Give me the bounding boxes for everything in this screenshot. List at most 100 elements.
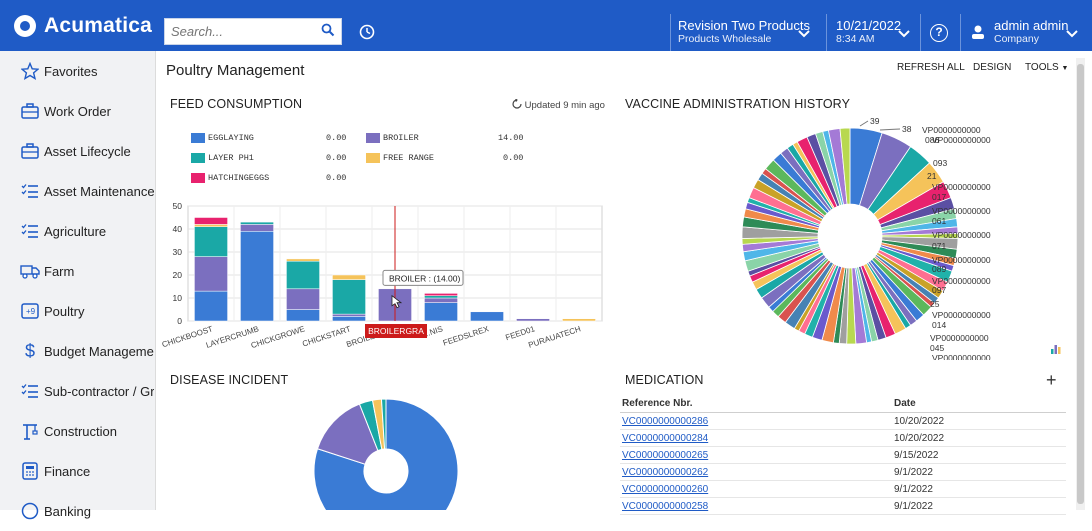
sidebar-item-farm[interactable]: Farm xyxy=(0,251,156,291)
date-cell: 10/20/2022 xyxy=(894,433,945,444)
sidebar-item-label: Sub-contractor / Gr... xyxy=(44,383,154,399)
logo[interactable]: Acumatica xyxy=(14,14,152,38)
reference-link[interactable]: VC0000000000258 xyxy=(622,501,708,512)
vaccine-history-chart[interactable]: 3938 VP0000000000086VP000000000009321VP00… xyxy=(720,112,1070,360)
legend-label: HATCHINGEGGS xyxy=(208,173,270,183)
feed-consumption-title: FEED CONSUMPTION xyxy=(170,97,303,111)
sidebar-item-label: Asset Maintenance xyxy=(44,183,154,199)
search-input[interactable] xyxy=(165,19,315,44)
star-icon xyxy=(20,61,40,81)
legend-value: 0.00 xyxy=(326,133,347,143)
legend-label: BROILER xyxy=(383,133,419,143)
column-header-date[interactable]: Date xyxy=(894,398,916,409)
sidebar-item-label: Construction xyxy=(44,423,117,439)
calculator-icon xyxy=(20,461,40,481)
sidebar-item-agriculture[interactable]: Agriculture xyxy=(0,211,156,251)
reference-link[interactable]: VC0000000000286 xyxy=(622,416,708,427)
slice-label: 39 xyxy=(870,116,880,126)
bar-segment xyxy=(286,288,320,310)
help-icon[interactable]: ? xyxy=(930,24,948,42)
tools-menu-button[interactable]: TOOLS ▼ xyxy=(1025,62,1068,73)
x-tick-label: FEEDSLREX xyxy=(442,324,491,347)
briefcase-icon xyxy=(20,101,40,121)
divider xyxy=(920,14,921,51)
sidebar-item-poultry[interactable]: +9 Poultry xyxy=(0,291,156,331)
sidebar-item-banking[interactable]: Banking xyxy=(0,491,156,531)
bar-segment xyxy=(240,221,274,225)
bar-segment xyxy=(516,318,550,322)
legend-swatch xyxy=(366,153,380,163)
reference-link[interactable]: VC0000000000265 xyxy=(622,450,708,461)
refresh-all-button[interactable]: REFRESH ALL xyxy=(897,62,965,73)
bar-segment xyxy=(424,293,458,296)
slice-label: 071 xyxy=(932,241,946,251)
search-box[interactable] xyxy=(164,18,342,45)
chevron-down-icon[interactable] xyxy=(1066,30,1078,38)
legend-swatch xyxy=(366,133,380,143)
column-header-reference[interactable]: Reference Nbr. xyxy=(622,398,693,409)
chart-export-icon[interactable] xyxy=(1050,343,1062,355)
sidebar-item-asset-maintenance[interactable]: Asset Maintenance xyxy=(0,171,156,211)
bar-segment xyxy=(470,311,504,322)
slice-label: VP0000000000 xyxy=(932,206,991,216)
sidebar-item-label: Asset Lifecycle xyxy=(44,143,131,159)
leader-line xyxy=(879,128,901,131)
legend-value: 0.00 xyxy=(503,153,524,163)
chevron-down-icon[interactable] xyxy=(798,30,810,38)
slice-label: 093 xyxy=(933,158,947,168)
scrollbar-thumb[interactable] xyxy=(1077,64,1084,504)
add-medication-button[interactable]: + xyxy=(1046,370,1057,391)
slice-label: 017 xyxy=(932,192,946,202)
x-tick-label: CHICKSTART xyxy=(301,324,352,348)
sidebar-item-work-order[interactable]: Work Order xyxy=(0,91,156,131)
chevron-down-icon[interactable] xyxy=(898,30,910,38)
table-row[interactable]: VC0000000000262 9/1/2022 xyxy=(620,465,1066,481)
sidebar-item-finance[interactable]: Finance xyxy=(0,451,156,491)
updated-text: Updated 9 min ago xyxy=(524,100,605,111)
slice-label: VP0000000000 xyxy=(932,310,991,320)
legend-value: 14.00 xyxy=(498,133,524,143)
sidebar-item-label: Finance xyxy=(44,463,91,479)
search-icon[interactable] xyxy=(321,23,335,37)
vaccine-history-title: VACCINE ADMINISTRATION HISTORY xyxy=(625,97,851,111)
slice-label: 061 xyxy=(932,216,946,226)
reference-link[interactable]: VC0000000000260 xyxy=(622,484,708,495)
sidebar-item-label: Work Order xyxy=(44,103,111,119)
slice-label: VP0000000000 xyxy=(922,125,981,135)
logo-text: Acumatica xyxy=(44,14,153,37)
divider xyxy=(670,14,671,51)
disease-incident-title: DISEASE INCIDENT xyxy=(170,373,289,387)
briefcase-icon xyxy=(20,141,40,161)
crane-icon xyxy=(20,421,40,441)
table-row[interactable]: VC0000000000284 10/20/2022 xyxy=(620,431,1066,447)
sidebar-item-asset-lifecycle[interactable]: Asset Lifecycle xyxy=(0,131,156,171)
table-row[interactable]: VC0000000000258 9/1/2022 xyxy=(620,499,1066,515)
reference-link[interactable]: VC0000000000284 xyxy=(622,433,708,444)
legend-value: 0.00 xyxy=(326,153,347,163)
reference-link[interactable]: VC0000000000262 xyxy=(622,467,708,478)
sidebar-item-sub-contractor[interactable]: Sub-contractor / Gr... xyxy=(0,371,156,411)
slice-label: VP0000000000 xyxy=(930,333,989,343)
bar-segment xyxy=(332,279,366,315)
slice-label: VP0000000000 xyxy=(932,230,991,240)
design-button[interactable]: DESIGN xyxy=(973,62,1011,73)
sidebar-item-favorites[interactable]: Favorites xyxy=(0,51,156,91)
table-row[interactable]: VC0000000000265 9/15/2022 xyxy=(620,448,1066,464)
svg-text:+9: +9 xyxy=(26,307,36,316)
sidebar-item-label: Poultry xyxy=(44,303,85,319)
table-row[interactable]: VC0000000000286 10/20/2022 xyxy=(620,414,1066,430)
page-title: Poultry Management xyxy=(166,62,305,79)
updated-indicator[interactable]: Updated 9 min ago xyxy=(512,98,605,111)
table-row[interactable]: VC0000000000260 9/1/2022 xyxy=(620,482,1066,498)
feed-consumption-chart[interactable]: 01020304050CHICKBOOSTLAYERCRUMBCHICKGROW… xyxy=(160,196,610,356)
legend-swatch xyxy=(191,173,205,183)
disease-incident-chart[interactable] xyxy=(300,395,480,510)
slice-label: 014 xyxy=(932,320,946,330)
history-icon[interactable] xyxy=(354,19,380,45)
dollar-icon: $ xyxy=(24,340,35,361)
bar-segment xyxy=(194,217,228,225)
sidebar-item-budget-management[interactable]: $ Budget Management xyxy=(0,331,156,371)
sidebar-item-construction[interactable]: Construction xyxy=(0,411,156,451)
bar-segment xyxy=(194,290,228,322)
list-check-icon xyxy=(20,381,40,401)
